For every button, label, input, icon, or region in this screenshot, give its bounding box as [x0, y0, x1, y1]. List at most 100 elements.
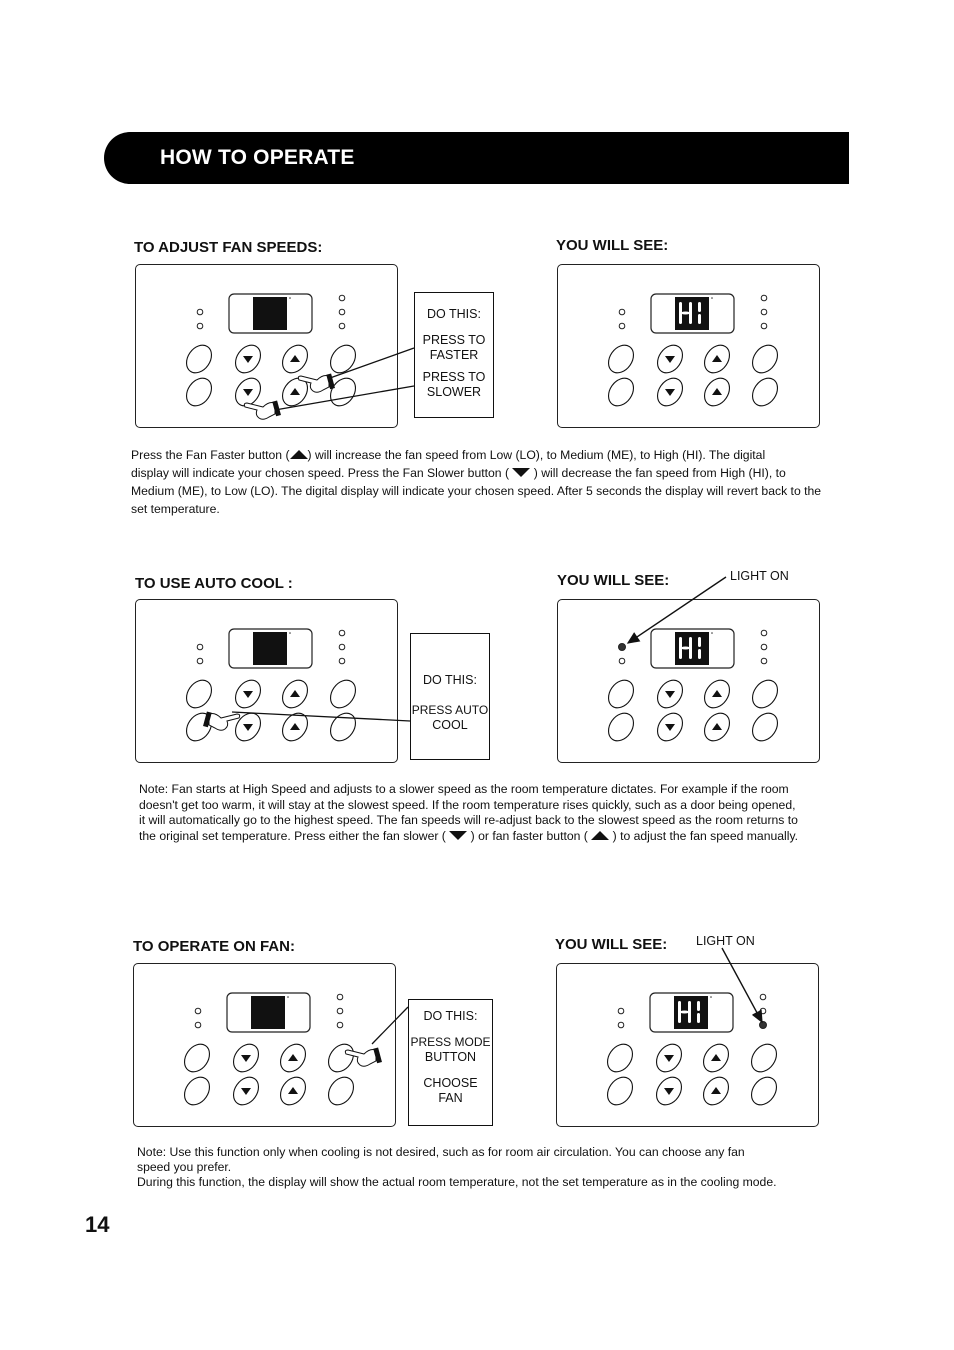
- function-button: [751, 712, 779, 742]
- control-panel-after: [557, 599, 820, 763]
- page-title: HOW TO OPERATE: [160, 146, 355, 169]
- indicator-light: [760, 322, 768, 330]
- up-triangle-icon: [591, 830, 610, 840]
- light-on-callout: LIGHT ON: [730, 569, 789, 583]
- light-on-callout: LIGHT ON: [696, 934, 755, 948]
- function-button: [329, 712, 357, 742]
- indicator-light-on: [618, 643, 626, 651]
- panel-drawing: [607, 628, 779, 742]
- indicator-light: [338, 322, 346, 330]
- control-panel-before: [135, 264, 398, 428]
- instruction-line: COOL: [432, 718, 468, 732]
- mode-button: [607, 377, 635, 407]
- mode-button: [185, 377, 213, 407]
- panel-drawing: [607, 293, 779, 407]
- text-line: speed you prefer.: [137, 1160, 232, 1174]
- indicator-light: [196, 322, 204, 330]
- indicator-light: [759, 1007, 767, 1015]
- instruction-line: PRESS TO: [422, 370, 486, 384]
- section-banner: HOW TO OPERATE: [104, 132, 849, 184]
- mode-button: [607, 679, 635, 709]
- indicator-light: [196, 657, 204, 665]
- panel-drawing: [185, 293, 357, 420]
- indicator-light: [760, 308, 768, 316]
- instruction-title: DO THIS:: [423, 673, 477, 687]
- display-dot: [287, 996, 289, 998]
- instruction-box: DO THIS: PRESS TO FASTER PRESS TO SLOWER: [414, 292, 494, 418]
- panel-drawing: [183, 992, 382, 1106]
- fan-mode-heading: TO OPERATE ON FAN:: [133, 938, 295, 955]
- function-button: [751, 344, 779, 374]
- indicator-light: [196, 643, 204, 651]
- pointing-hand-icon: [243, 400, 281, 420]
- function-button: [751, 377, 779, 407]
- text-line: the original set temperature. Press eith…: [139, 828, 799, 843]
- display-screen: [251, 996, 285, 1029]
- fan-mode-note: Note: Use this function only when coolin…: [137, 1145, 777, 1190]
- indicator-light: [338, 308, 346, 316]
- indicator-light: [336, 1021, 344, 1029]
- instruction-box: DO THIS: PRESS MODE BUTTON CHOOSE FAN: [408, 999, 493, 1126]
- indicator-light: [338, 643, 346, 651]
- indicator-light: [336, 1007, 344, 1015]
- indicator-light: [196, 308, 204, 316]
- auto-cool-heading: TO USE AUTO COOL :: [135, 575, 293, 592]
- fan-speeds-result-heading: YOU WILL SEE:: [556, 237, 669, 254]
- text-line: Note: Use this function only when coolin…: [137, 1145, 745, 1159]
- indicator-light: [338, 629, 346, 637]
- mode-button: [183, 1043, 211, 1073]
- instruction-title: DO THIS:: [423, 1009, 478, 1023]
- indicator-light: [194, 1021, 202, 1029]
- text-line: doesn't get too warm, it will stay at th…: [139, 797, 796, 812]
- indicator-light: [618, 322, 626, 330]
- text-line: During this function, the display will s…: [137, 1175, 777, 1189]
- mode-button: [185, 344, 213, 374]
- indicator-light: [338, 657, 346, 665]
- instruction-line: PRESS MODE: [410, 1035, 491, 1049]
- function-button: [750, 1043, 778, 1073]
- display-dot: [711, 297, 713, 299]
- indicator-light: [760, 629, 768, 637]
- down-triangle-icon: [512, 468, 531, 477]
- control-panel-after: [556, 963, 819, 1127]
- control-panel-before: [133, 963, 396, 1127]
- text-line: Medium (ME), to Low (LO). The digital di…: [131, 484, 822, 498]
- mode-button: [607, 712, 635, 742]
- text-line: display will indicate your chosen speed.…: [131, 466, 786, 480]
- auto-cool-note: Note: Fan starts at High Speed and adjus…: [139, 782, 798, 844]
- fan-mode-result-heading: YOU WILL SEE:: [555, 936, 668, 953]
- indicator-light: [760, 643, 768, 651]
- instruction-line: PRESS AUTO: [411, 703, 489, 717]
- instruction-line: CHOOSE: [423, 1076, 478, 1090]
- panel-drawing: [606, 992, 778, 1106]
- display-screen: [253, 297, 287, 330]
- indicator-light: [338, 294, 346, 302]
- instruction-line: BUTTON: [424, 1050, 477, 1064]
- function-button: [750, 1076, 778, 1106]
- indicator-light: [760, 294, 768, 302]
- instruction-box: DO THIS: PRESS AUTO COOL: [410, 633, 490, 760]
- text-line: Press the Fan Faster button () will incr…: [131, 448, 766, 462]
- function-button: [329, 679, 357, 709]
- indicator-light: [617, 1021, 625, 1029]
- panel-drawing: [185, 628, 357, 742]
- indicator-light-on: [759, 1021, 767, 1029]
- instruction-line: SLOWER: [426, 385, 482, 399]
- mode-button: [185, 679, 213, 709]
- control-panel-before: [135, 599, 398, 763]
- down-triangle-icon: [449, 830, 468, 840]
- instruction-line: PRESS TO: [422, 333, 486, 347]
- display-dot: [289, 632, 291, 634]
- control-panel-after: [557, 264, 820, 428]
- display-dot: [289, 297, 291, 299]
- indicator-light: [759, 993, 767, 1001]
- up-triangle-icon: [289, 450, 308, 459]
- auto-cool-result-heading: YOU WILL SEE:: [557, 572, 670, 589]
- mode-button: [607, 344, 635, 374]
- indicator-light: [336, 993, 344, 1001]
- instruction-line: FAN: [438, 1091, 463, 1105]
- indicator-light: [194, 1007, 202, 1015]
- mode-button: [183, 1076, 211, 1106]
- instruction-line: FASTER: [429, 348, 479, 362]
- fan-speeds-heading: TO ADJUST FAN SPEEDS:: [134, 239, 323, 256]
